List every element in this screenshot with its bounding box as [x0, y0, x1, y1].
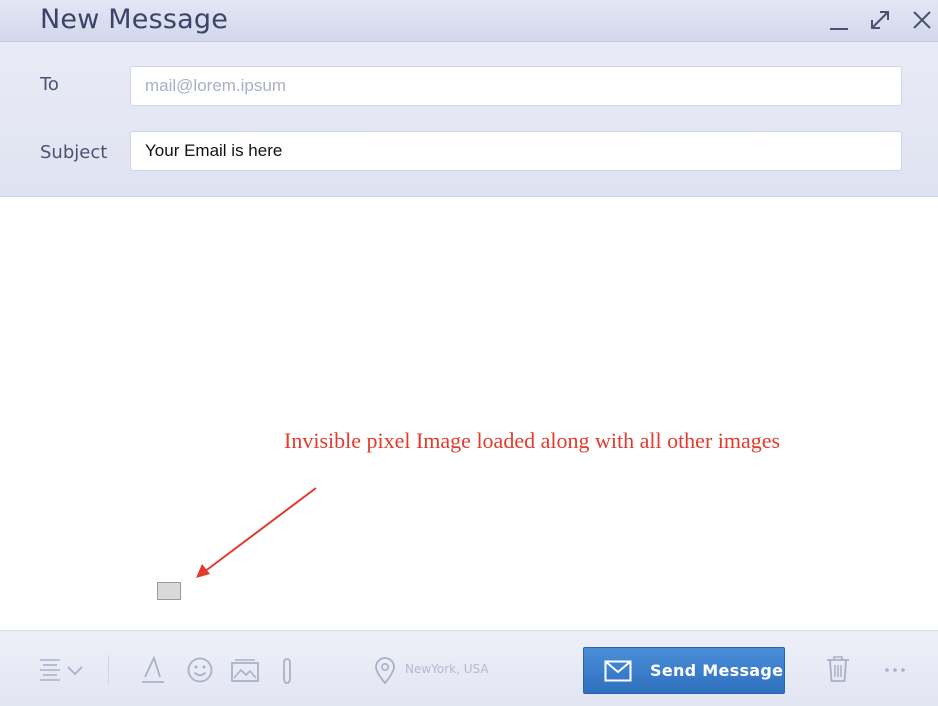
emoji-button[interactable] — [186, 656, 214, 684]
window-title: New Message — [40, 4, 229, 35]
message-body[interactable] — [0, 197, 938, 629]
expand-icon — [871, 11, 889, 29]
compose-toolbar: NewYork, USA Send Message — [0, 630, 938, 706]
image-icon — [231, 659, 259, 682]
close-button[interactable] — [906, 4, 936, 36]
attach-icon — [283, 658, 291, 684]
align-button[interactable] — [38, 657, 86, 685]
send-message-label: Send Message — [650, 661, 784, 680]
location-pin-icon — [375, 657, 395, 685]
emoji-icon — [187, 657, 213, 683]
minimize-icon — [830, 28, 848, 30]
window-titlebar: New Message — [0, 0, 938, 42]
align-icon — [40, 659, 60, 681]
message-header: To Subject — [0, 42, 938, 197]
text-format-icon — [142, 655, 164, 683]
insert-image-button[interactable] — [230, 657, 260, 683]
to-field[interactable] — [130, 66, 902, 106]
to-label: To — [40, 74, 59, 95]
delete-button[interactable] — [826, 655, 850, 683]
close-icon — [913, 11, 931, 29]
subject-label: Subject — [40, 142, 108, 163]
toolbar-divider — [108, 655, 109, 685]
expand-button[interactable] — [866, 4, 896, 36]
trash-icon — [827, 656, 849, 682]
annotation-arrow — [196, 487, 317, 578]
attach-button[interactable] — [279, 656, 295, 686]
envelope-icon — [604, 660, 632, 682]
send-message-button[interactable]: Send Message — [583, 647, 785, 694]
minimize-button[interactable] — [824, 4, 854, 36]
annotation-text: Invisible pixel Image loaded along with … — [284, 428, 781, 453]
text-format-button[interactable] — [140, 655, 166, 685]
subject-field[interactable] — [130, 131, 902, 171]
tracking-pixel-image — [157, 582, 181, 600]
more-options-button[interactable] — [884, 665, 906, 675]
location-button[interactable] — [374, 657, 396, 685]
chevron-down-icon — [67, 666, 83, 676]
location-text: NewYork, USA — [405, 662, 489, 676]
more-icon — [885, 668, 905, 672]
